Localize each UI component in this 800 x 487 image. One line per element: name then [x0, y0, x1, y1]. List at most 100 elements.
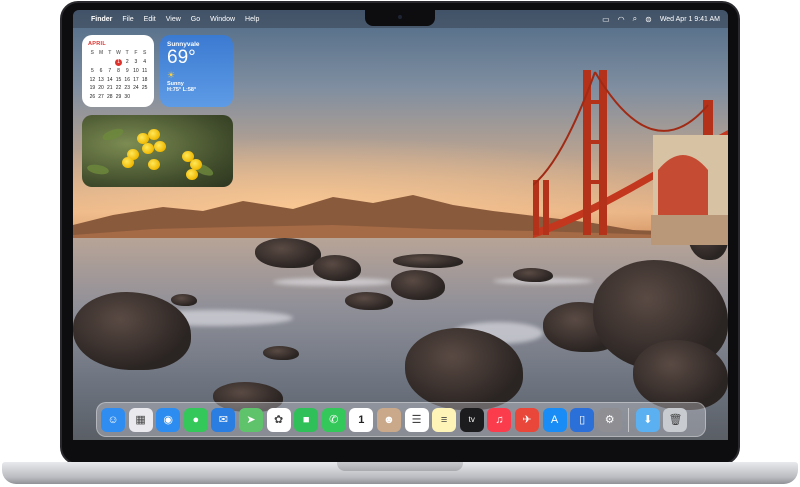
app-store-icon[interactable]: A	[542, 407, 567, 432]
rock	[391, 270, 445, 300]
calendar-day: 28	[107, 93, 113, 100]
calendar-day: 3	[134, 58, 138, 65]
calendar-weekday: F	[134, 50, 138, 56]
control-center-icon[interactable]: ⊜	[645, 15, 652, 24]
rocket-icon-glyph: ✈	[522, 414, 532, 426]
reminders-icon[interactable]: ☰	[404, 407, 429, 432]
calendar-day: 27	[98, 93, 104, 100]
flower-petal	[142, 143, 154, 154]
rocket-icon[interactable]: ✈	[514, 407, 539, 432]
menu-file[interactable]: File	[122, 16, 133, 23]
calendar-day: 30	[124, 93, 130, 100]
calendar-day: 8	[117, 68, 120, 75]
calendar-day: 19	[89, 85, 96, 92]
calendar-day	[140, 94, 149, 100]
trash-icon-glyph: 🗑	[668, 414, 683, 426]
calendar-day: 17	[133, 76, 139, 83]
calendar-day: 29	[115, 93, 122, 100]
facetime-icon[interactable]: ■	[294, 407, 319, 432]
calendar-weekday: T	[125, 50, 129, 56]
calendar-widget[interactable]: APRIL S M T W T F S 1 2 3 4 5 6 7 8 9 10 11 12 13 14 15 16 17 18…	[82, 35, 154, 107]
menu-app-name[interactable]: Finder	[91, 16, 112, 23]
phone-icon[interactable]: ✆	[321, 407, 346, 432]
weather-widget[interactable]: Sunnyvale 69° ☀ Sunny H:75° L:58°	[160, 35, 233, 107]
settings-icon[interactable]: ⚙	[597, 407, 622, 432]
calendar-weekday: S	[142, 50, 147, 56]
calendar-today: 1	[114, 58, 122, 66]
safari-icon[interactable]: ◉	[156, 407, 181, 432]
calendar-day: 12	[89, 76, 96, 83]
wifi-icon[interactable]: ◠	[618, 15, 625, 24]
rock	[263, 346, 299, 360]
mail-icon-glyph: ✉	[218, 414, 228, 426]
leaf	[86, 163, 110, 176]
menu-help[interactable]: Help	[245, 16, 259, 23]
calendar-day	[97, 59, 106, 66]
calendar-day: 7	[108, 68, 112, 75]
menu-view[interactable]: View	[166, 16, 181, 23]
calendar-weekday: S	[90, 50, 95, 56]
calendar-day: 20	[98, 85, 104, 92]
tv-icon-glyph: tv	[468, 415, 475, 424]
rock	[255, 238, 321, 268]
safari-icon-glyph: ◉	[163, 414, 173, 426]
notes-icon[interactable]: ≡	[432, 407, 457, 432]
laptop-base-notch	[337, 462, 463, 471]
mail-icon[interactable]: ✉	[211, 407, 236, 432]
calendar-day: 10	[133, 68, 139, 75]
golden-gate-bridge	[533, 70, 728, 245]
calendar-icon[interactable]: 1	[349, 407, 374, 432]
calendar-day: 2	[125, 58, 129, 65]
rock	[171, 294, 197, 306]
calendar-day: 11	[142, 68, 148, 75]
iphone-mirroring-icon[interactable]: ▯	[570, 407, 595, 432]
calendar-day: 1	[114, 58, 123, 66]
launchpad-icon-glyph: ▦	[135, 414, 146, 426]
menu-window[interactable]: Window	[210, 16, 235, 23]
music-icon[interactable]: ♫	[487, 407, 512, 432]
calendar-day: 15	[115, 76, 122, 83]
calendar-day: 6	[99, 68, 103, 75]
calendar-day: 22	[115, 85, 122, 92]
trash-icon[interactable]: 🗑	[663, 407, 688, 432]
finder-icon-glyph: ☺	[107, 413, 119, 426]
calendar-day: 13	[98, 76, 104, 83]
flower-petal	[154, 141, 166, 152]
launchpad-icon[interactable]: ▦	[128, 407, 153, 432]
rock	[345, 292, 393, 310]
photos-icon[interactable]: ✿	[266, 407, 291, 432]
flower-petal	[186, 169, 198, 180]
sun-icon: ☀	[167, 70, 176, 80]
folder-icon[interactable]: ⬇	[635, 407, 660, 432]
search-icon[interactable]: ⌕	[633, 14, 637, 24]
calendar-day	[105, 59, 114, 66]
contacts-icon[interactable]: ☻	[376, 407, 401, 432]
photos-widget[interactable]	[82, 115, 233, 187]
screen-mirroring-icon[interactable]: ▭	[602, 15, 610, 24]
rock	[513, 268, 553, 282]
calendar-icon-glyph: 1	[358, 413, 365, 426]
calendar-day: 18	[141, 76, 148, 83]
calendar-day: 4	[143, 58, 147, 65]
finder-icon[interactable]: ☺	[101, 407, 125, 432]
dock-separator	[628, 407, 630, 432]
menu-go[interactable]: Go	[191, 16, 200, 23]
maps-icon[interactable]: ➤	[238, 407, 263, 432]
rock	[313, 255, 361, 281]
facetime-icon-glyph: ■	[302, 413, 310, 426]
notes-icon-glyph: ≡	[440, 413, 448, 426]
contacts-icon-glyph: ☻	[383, 413, 395, 426]
messages-icon[interactable]: ●	[183, 407, 208, 432]
reminders-icon-glyph: ☰	[411, 414, 422, 426]
menu-edit[interactable]: Edit	[144, 16, 156, 23]
calendar-day: 25	[141, 85, 148, 92]
messages-icon-glyph: ●	[192, 413, 200, 426]
calendar-day: 26	[89, 93, 96, 100]
rock	[393, 254, 463, 268]
calendar-day: 16	[124, 76, 130, 83]
maps-icon-glyph: ➤	[246, 414, 256, 426]
calendar-weekday: T	[108, 50, 112, 56]
dock: ☺ ▦ ◉ ● ✉ ➤ ✿ ■ ✆ 1 ☻ ☰ ≡ tv ♫ ✈ A ▯ ⚙ ⬇ 🗑	[96, 402, 706, 437]
menu-bar-clock[interactable]: Wed Apr 1 9:41 AM	[660, 16, 720, 23]
tv-icon[interactable]: tv	[459, 407, 484, 432]
